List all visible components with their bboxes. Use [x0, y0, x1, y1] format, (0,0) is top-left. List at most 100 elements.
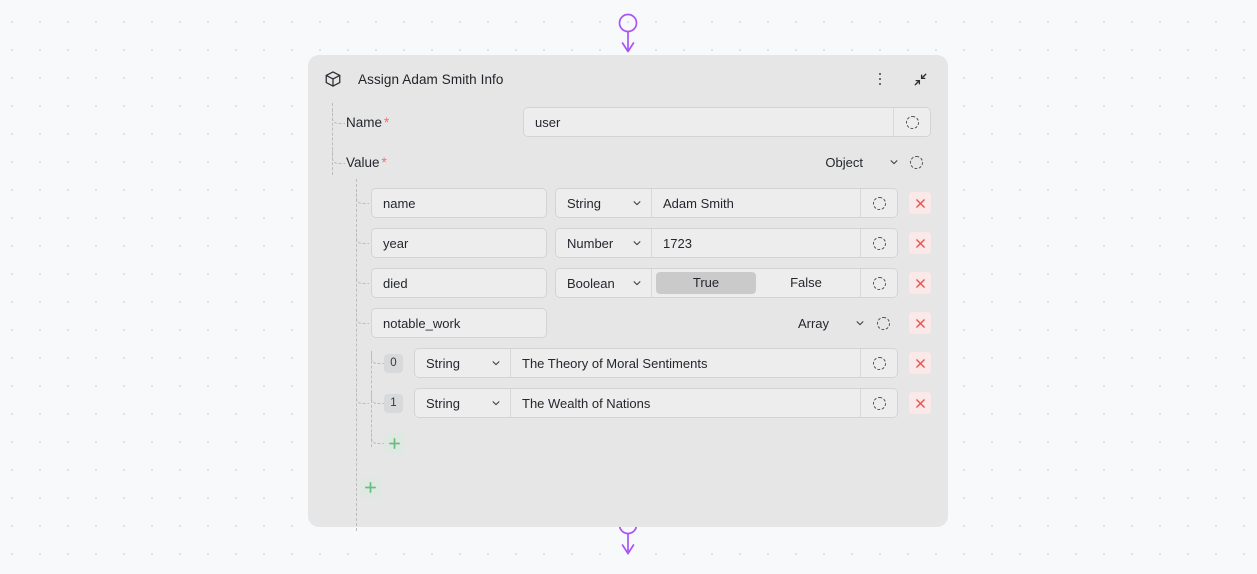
array-item-value-input[interactable]	[511, 349, 860, 377]
chevron-down-icon	[492, 361, 500, 366]
array-item-group[interactable]: String	[414, 348, 898, 378]
array-item-row: 1 String	[308, 383, 931, 423]
property-key-input[interactable]	[372, 229, 546, 257]
property-key-input-group[interactable]	[371, 188, 547, 218]
tree-elbow-value	[332, 151, 345, 164]
add-property-button[interactable]	[360, 476, 381, 498]
tree-elbow-item-0	[371, 351, 384, 364]
tree-elbow-prop-2	[356, 271, 369, 284]
value-type-select[interactable]: Object	[825, 155, 901, 170]
property-row: Number	[308, 223, 931, 263]
name-label: Name	[346, 114, 383, 130]
tree-elbow-name	[332, 111, 345, 124]
property-key-input-group[interactable]	[371, 268, 547, 298]
property-row: Array	[308, 303, 931, 343]
property-type-select[interactable]: String	[556, 189, 651, 217]
property-row: Boolean True False	[308, 263, 931, 303]
array-item-row: 0 String	[308, 343, 931, 383]
property-delete-button[interactable]	[909, 232, 931, 254]
name-variable-button[interactable]	[894, 108, 930, 136]
input-connector[interactable]	[608, 12, 648, 56]
array-item-delete-button[interactable]	[909, 392, 931, 414]
property-type-label: Number	[567, 235, 614, 251]
name-input[interactable]	[524, 108, 893, 136]
dashed-circle-icon	[905, 115, 919, 129]
property-value-input[interactable]	[652, 229, 860, 257]
property-row: String	[308, 183, 931, 223]
boolean-option-false[interactable]: False	[756, 272, 856, 294]
value-required-marker: *	[381, 154, 387, 170]
property-key-input[interactable]	[372, 189, 546, 217]
property-key-input-group[interactable]	[371, 228, 547, 258]
close-icon	[915, 278, 925, 288]
dashed-circle-icon	[909, 155, 923, 169]
property-value-group[interactable]: Boolean True False	[555, 268, 898, 298]
array-item-variable-button[interactable]	[861, 389, 897, 417]
property-key-input-group[interactable]	[371, 308, 547, 338]
node-title: Assign Adam Smith Info	[358, 71, 504, 87]
name-input-group[interactable]	[523, 107, 931, 137]
property-value-input[interactable]	[652, 189, 860, 217]
add-property-row	[308, 463, 931, 511]
value-variable-button[interactable]	[901, 155, 931, 169]
dashed-circle-icon	[872, 236, 886, 250]
close-icon	[915, 198, 925, 208]
array-item-variable-button[interactable]	[861, 349, 897, 377]
property-key-input[interactable]	[372, 309, 546, 337]
property-variable-button[interactable]	[861, 229, 897, 257]
array-item-index: 0	[384, 353, 403, 373]
tree-elbow-prop-3	[356, 311, 369, 324]
add-array-item-button[interactable]	[384, 432, 405, 454]
close-icon	[915, 238, 925, 248]
property-key-input[interactable]	[372, 269, 546, 297]
tree-elbow-add-item	[371, 431, 384, 444]
array-item-type-select[interactable]: String	[415, 349, 510, 377]
collapse-icon[interactable]	[909, 68, 931, 90]
property-variable-button[interactable]	[861, 189, 897, 217]
property-type-select[interactable]: Boolean	[556, 269, 651, 297]
property-delete-button[interactable]	[909, 192, 931, 214]
array-item-type-select[interactable]: String	[415, 389, 510, 417]
chevron-down-icon	[890, 160, 898, 165]
chevron-down-icon	[856, 321, 864, 326]
property-value-group[interactable]: String	[555, 188, 898, 218]
property-variable-button[interactable]	[861, 269, 897, 297]
array-item-value-input[interactable]	[511, 389, 860, 417]
cube-icon	[324, 70, 342, 88]
close-icon	[915, 318, 925, 328]
property-type-select[interactable]: Array	[547, 316, 868, 331]
property-value-group[interactable]: Number	[555, 228, 898, 258]
dashed-circle-icon	[872, 356, 886, 370]
add-array-item-row	[308, 423, 931, 463]
chevron-down-icon	[633, 201, 641, 206]
chevron-down-icon	[633, 281, 641, 286]
property-delete-button[interactable]	[909, 272, 931, 294]
value-field-row: Value * Object	[308, 143, 931, 181]
value-type-label: Object	[825, 154, 863, 170]
name-field-row: Name *	[308, 103, 931, 141]
array-item-type-label: String	[426, 395, 460, 411]
boolean-toggle-group[interactable]: True False	[652, 269, 860, 297]
tree-elbow-prop-1	[356, 231, 369, 244]
more-vertical-icon[interactable]	[869, 68, 891, 90]
plus-icon	[388, 437, 401, 449]
array-item-type-label: String	[426, 355, 460, 371]
dashed-circle-icon	[872, 276, 886, 290]
chevron-down-icon	[633, 241, 641, 246]
chevron-down-icon	[492, 401, 500, 406]
tree-elbow-add-prop	[356, 391, 369, 404]
property-variable-button[interactable]	[868, 316, 898, 330]
boolean-option-true[interactable]: True	[656, 272, 756, 294]
property-type-select[interactable]: Number	[556, 229, 651, 257]
property-delete-button[interactable]	[909, 312, 931, 334]
assign-node-panel[interactable]: Assign Adam Smith Info Name * user Value…	[308, 55, 948, 531]
array-item-delete-button[interactable]	[909, 352, 931, 374]
property-type-label: Array	[797, 315, 829, 331]
property-type-label: String	[567, 195, 601, 211]
dashed-circle-icon	[872, 196, 886, 210]
name-required-marker: *	[384, 114, 390, 130]
property-type-label: Boolean	[567, 275, 615, 291]
array-item-group[interactable]: String	[414, 388, 898, 418]
node-body: Name * Value * Object	[308, 103, 948, 531]
close-icon	[915, 358, 925, 368]
